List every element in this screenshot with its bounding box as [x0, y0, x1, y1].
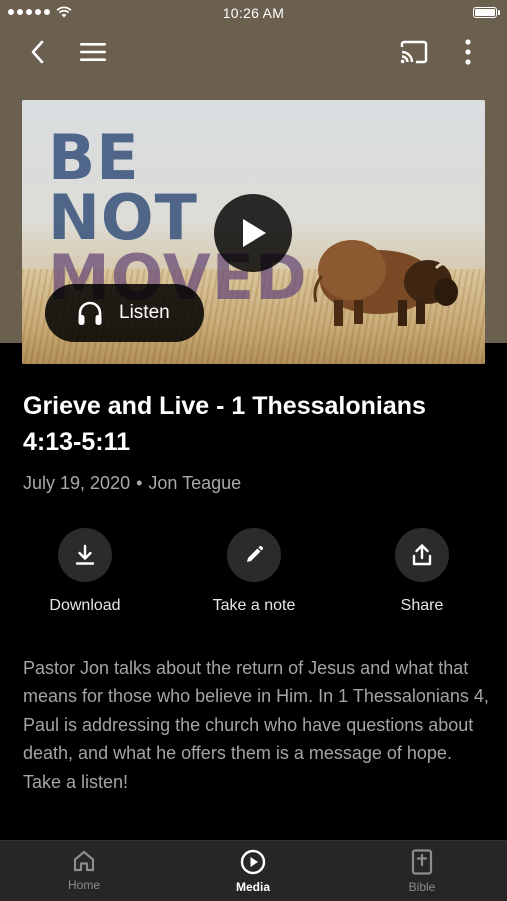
meta-separator: • — [136, 473, 143, 493]
tab-home[interactable]: Home — [39, 849, 129, 892]
share-label: Share — [400, 597, 444, 614]
status-time: 10:26 AM — [222, 5, 285, 21]
play-circle-icon — [240, 849, 266, 875]
download-label: Download — [49, 597, 121, 614]
back-button[interactable] — [22, 36, 54, 68]
tab-bible[interactable]: Bible — [377, 849, 467, 894]
artwork-word-not: NOT — [48, 181, 198, 254]
artwork-word-be: BE — [48, 121, 140, 194]
battery-icon — [473, 7, 500, 18]
back-icon — [31, 40, 44, 64]
play-icon — [243, 219, 266, 247]
take-note-circle — [227, 528, 281, 582]
more-vertical-icon — [465, 39, 471, 65]
share-icon — [412, 544, 432, 566]
menu-button[interactable] — [77, 36, 109, 68]
take-note-button[interactable]: Take a note — [194, 528, 314, 615]
listen-label: Listen — [119, 302, 170, 323]
sermon-title: Grieve and Live - 1 Thessalonians 4:13-5… — [23, 392, 426, 456]
download-circle — [58, 528, 112, 582]
home-icon — [73, 850, 95, 872]
take-note-label: Take a note — [212, 597, 296, 614]
listen-button[interactable]: Listen — [45, 284, 204, 342]
menu-icon — [80, 43, 106, 61]
sermon-description: Pastor Jon talks about the return of Jes… — [23, 658, 489, 792]
sermon-speaker: Jon Teague — [148, 473, 242, 493]
more-button[interactable] — [452, 36, 484, 68]
cast-icon — [400, 40, 428, 64]
share-button[interactable]: Share — [362, 528, 482, 615]
cast-button[interactable] — [398, 36, 430, 68]
tab-bible-label: Bible — [408, 880, 436, 894]
play-button[interactable] — [214, 194, 292, 272]
headphones-icon — [75, 298, 105, 328]
tab-home-label: Home — [67, 878, 100, 892]
sermon-meta: July 19, 2020 • Jon Teague — [23, 473, 241, 494]
pencil-icon — [247, 545, 264, 562]
share-circle — [395, 528, 449, 582]
tab-media[interactable]: Media — [208, 849, 298, 894]
bible-icon — [411, 849, 433, 875]
nav-bar — [0, 28, 507, 76]
bison-illustration — [313, 240, 458, 326]
download-icon — [75, 544, 95, 565]
tab-media-label: Media — [235, 880, 270, 894]
status-bar: 10:26 AM — [0, 0, 507, 28]
sermon-date: July 19, 2020 — [23, 473, 131, 493]
action-row: Download Take a note Share — [0, 528, 507, 628]
download-button[interactable]: Download — [25, 528, 145, 615]
tab-bar: Home Media Bible — [0, 840, 507, 901]
